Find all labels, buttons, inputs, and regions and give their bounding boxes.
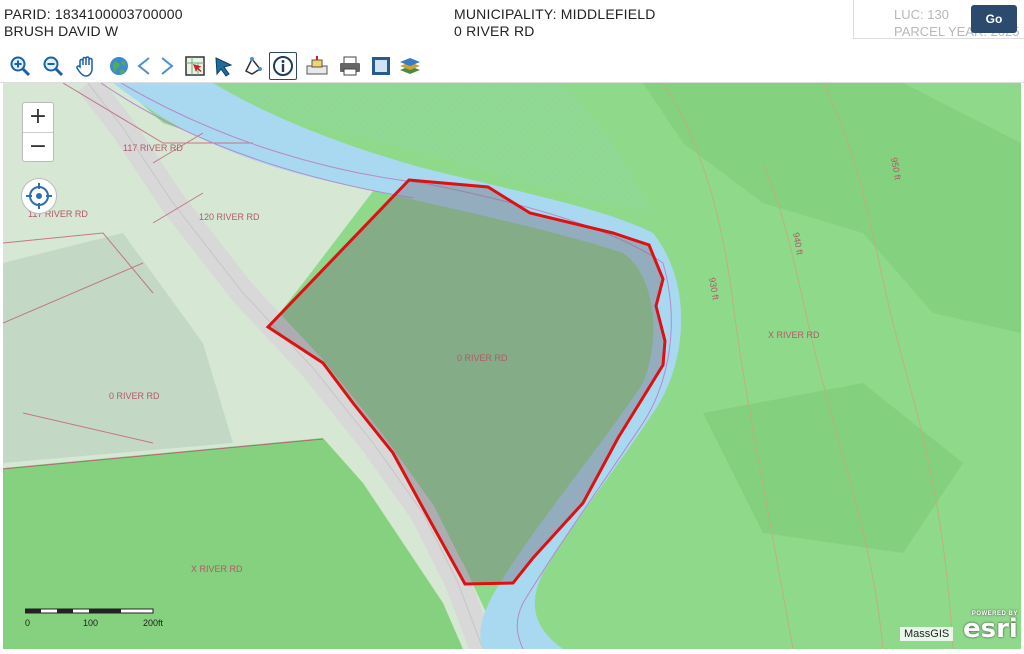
pan-hand-icon [76, 56, 93, 77]
parcel-address: 0 RIVER RD [454, 23, 535, 39]
zoom-in-button[interactable]: + [23, 103, 53, 133]
select-arrow-tool[interactable] [210, 52, 238, 80]
go-button[interactable]: Go [971, 5, 1017, 33]
locate-button[interactable] [21, 178, 57, 214]
layers-icon [400, 58, 420, 74]
previous-extent-icon [137, 57, 150, 75]
full-extent-tool[interactable] [367, 52, 395, 80]
map-basemap: 117 RIVER RD 117 RIVER RD 120 RIVER RD 0… [3, 83, 1021, 649]
buffer-icon [306, 56, 328, 75]
buffer-tool[interactable] [303, 52, 331, 80]
zoom-in-icon [10, 56, 31, 77]
zoom-out-icon [43, 56, 64, 77]
identify-tool[interactable] [269, 52, 297, 80]
zoom-out-button[interactable]: − [23, 133, 53, 162]
print-tool[interactable] [336, 52, 364, 80]
crosshair-icon [26, 183, 52, 209]
map-toolbar [0, 50, 1024, 83]
owner-name: BRUSH DAVID W [4, 23, 119, 39]
zoom-out-tool[interactable] [39, 52, 67, 80]
scale-bar-graphic [25, 608, 154, 614]
full-extent-icon [372, 57, 390, 75]
next-extent-icon [161, 57, 174, 75]
parcel-label-x-south: X RIVER RD [191, 564, 243, 574]
layers-tool[interactable] [396, 52, 424, 80]
map-view[interactable]: 117 RIVER RD 117 RIVER RD 120 RIVER RD 0… [3, 83, 1021, 649]
esri-wordmark: esri [963, 614, 1018, 644]
scale-bar: 0 100 200ft [25, 607, 165, 637]
parcel-label-x-east: X RIVER RD [768, 330, 820, 340]
previous-extent-tool[interactable] [133, 52, 155, 80]
globe-tool[interactable] [105, 52, 133, 80]
zoom-in-tool[interactable] [6, 52, 34, 80]
parcel-label-120: 120 RIVER RD [199, 212, 260, 222]
attribution-text: MassGIS [900, 627, 954, 641]
measure-tool[interactable] [239, 52, 267, 80]
print-icon [340, 56, 360, 76]
scale-label-100: 100 [83, 618, 99, 628]
scale-label-0: 0 [25, 618, 31, 628]
zoom-control: + − [22, 102, 54, 162]
luc-code: LUC: 130 [894, 7, 949, 22]
select-parcel-tool[interactable] [181, 52, 209, 80]
select-parcel-icon [185, 56, 205, 76]
parcel-id: PARID: 1834100003700000 [4, 6, 183, 22]
search-panel: LUC: 130 PARCEL YEAR: 2025 Go [853, 0, 1024, 39]
next-extent-tool[interactable] [156, 52, 178, 80]
parcel-label-0-main: 0 RIVER RD [457, 353, 508, 363]
municipality: MUNICIPALITY: MIDDLEFIELD [454, 6, 656, 22]
pan-tool[interactable] [72, 52, 100, 80]
parcel-label-117a: 117 RIVER RD [123, 143, 183, 153]
esri-logo: POWERED BY esri [963, 611, 1018, 642]
scale-label-200: 200ft [143, 618, 164, 628]
parcel-label-0-west: 0 RIVER RD [109, 391, 160, 401]
globe-icon [110, 57, 128, 75]
identify-info-icon [273, 56, 293, 76]
select-arrow-icon [215, 57, 233, 77]
measure-icon [244, 57, 262, 75]
